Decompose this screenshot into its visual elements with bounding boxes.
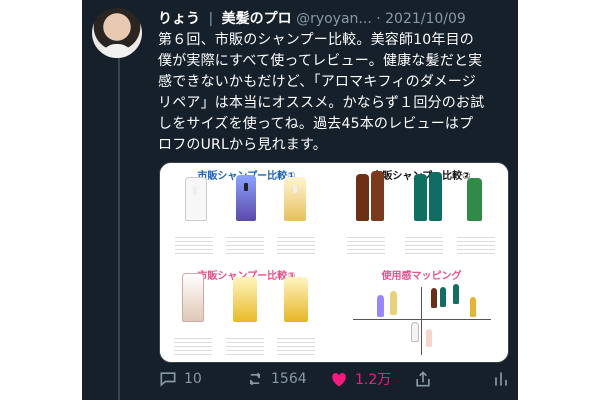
- profile-tag[interactable]: 美髪のプロ: [222, 11, 292, 27]
- mapping-bottle: [440, 287, 446, 307]
- amber-bottle: [371, 171, 384, 221]
- usage-mapping-panel[interactable]: 使用感マッピング: [335, 263, 508, 362]
- product-note: [175, 234, 213, 256]
- avatar[interactable]: [92, 8, 142, 58]
- mapping-horizontal-axis: [353, 319, 491, 320]
- thread-line: [118, 58, 120, 400]
- tweet-header: りょう | 美髪のプロ @ryoyan... · 2021/10/09: [158, 8, 508, 28]
- header-dot: ·: [376, 11, 381, 27]
- media-grid[interactable]: 市販シャンプー比較① 市販シャンプー比較② 市販シャンプー比較③ 使用感マッピン…: [159, 162, 509, 363]
- tweet-actions: 10 1564 1.2万: [158, 367, 508, 391]
- product-note: [457, 234, 495, 256]
- shampoo-comparison-panel-1[interactable]: 市販シャンプー比較①: [160, 163, 333, 261]
- product-note: [226, 234, 264, 256]
- shampoo-comparison-panel-2[interactable]: 市販シャンプー比較②: [335, 163, 508, 261]
- product-note: [226, 335, 264, 357]
- mapping-vertical-axis: [421, 287, 422, 355]
- product-note: [277, 234, 315, 256]
- mapping-bottle: [453, 284, 459, 304]
- avatar-shirt: [100, 44, 134, 58]
- reply-button[interactable]: 10: [158, 367, 202, 391]
- analytics-icon: [495, 372, 507, 386]
- like-button[interactable]: 1.2万: [329, 367, 391, 391]
- bottle-pump: [293, 185, 297, 193]
- share-button[interactable]: [413, 367, 433, 391]
- retweet-button[interactable]: 1564: [245, 367, 307, 391]
- tweet-text: 第６回、市販のシャンプー比較。美容師10年目の 僕が実際にすべて使ってレビュー。…: [158, 32, 485, 153]
- mapping-bottle: [390, 291, 397, 315]
- product-note: [405, 234, 443, 256]
- product-note: [174, 335, 212, 357]
- white-bottle: [185, 177, 207, 221]
- name-separator: |: [208, 11, 214, 27]
- yellow-bottle: [284, 177, 306, 221]
- mapping-bottle: [377, 295, 384, 317]
- green-spray-bottle: [467, 178, 482, 221]
- green-bottle: [414, 174, 427, 221]
- heart-icon: [332, 373, 346, 387]
- blue-bottle: [236, 175, 256, 221]
- like-count: 1.2万: [355, 372, 392, 388]
- mapping-bottle: [470, 297, 476, 317]
- tweet-date[interactable]: 2021/10/09: [385, 11, 466, 27]
- shampoo-comparison-panel-3[interactable]: 市販シャンプー比較③: [160, 263, 333, 362]
- product-note: [347, 234, 385, 256]
- user-name[interactable]: りょう: [158, 11, 200, 27]
- retweet-count: 1564: [271, 371, 307, 387]
- mapping-bottle: [431, 288, 437, 308]
- gold-bottle: [233, 277, 257, 322]
- retweet-icon: [249, 372, 261, 386]
- bottle-pump: [193, 187, 197, 195]
- product-note: [277, 335, 315, 357]
- mapping-bottle: [411, 322, 419, 342]
- amber-bottle: [356, 174, 369, 221]
- green-bottle: [429, 172, 442, 221]
- reply-count: 10: [184, 371, 202, 387]
- share-icon: [416, 371, 430, 387]
- analytics-button[interactable]: [491, 367, 511, 391]
- gold-bottle: [284, 277, 308, 322]
- comment-icon: [160, 372, 176, 387]
- panel-title-4: 使用感マッピング: [381, 271, 462, 282]
- beige-bottle: [182, 273, 204, 322]
- user-handle[interactable]: @ryoyan...: [296, 11, 372, 27]
- mapping-bottle: [426, 329, 432, 347]
- bottle-pump: [244, 183, 248, 191]
